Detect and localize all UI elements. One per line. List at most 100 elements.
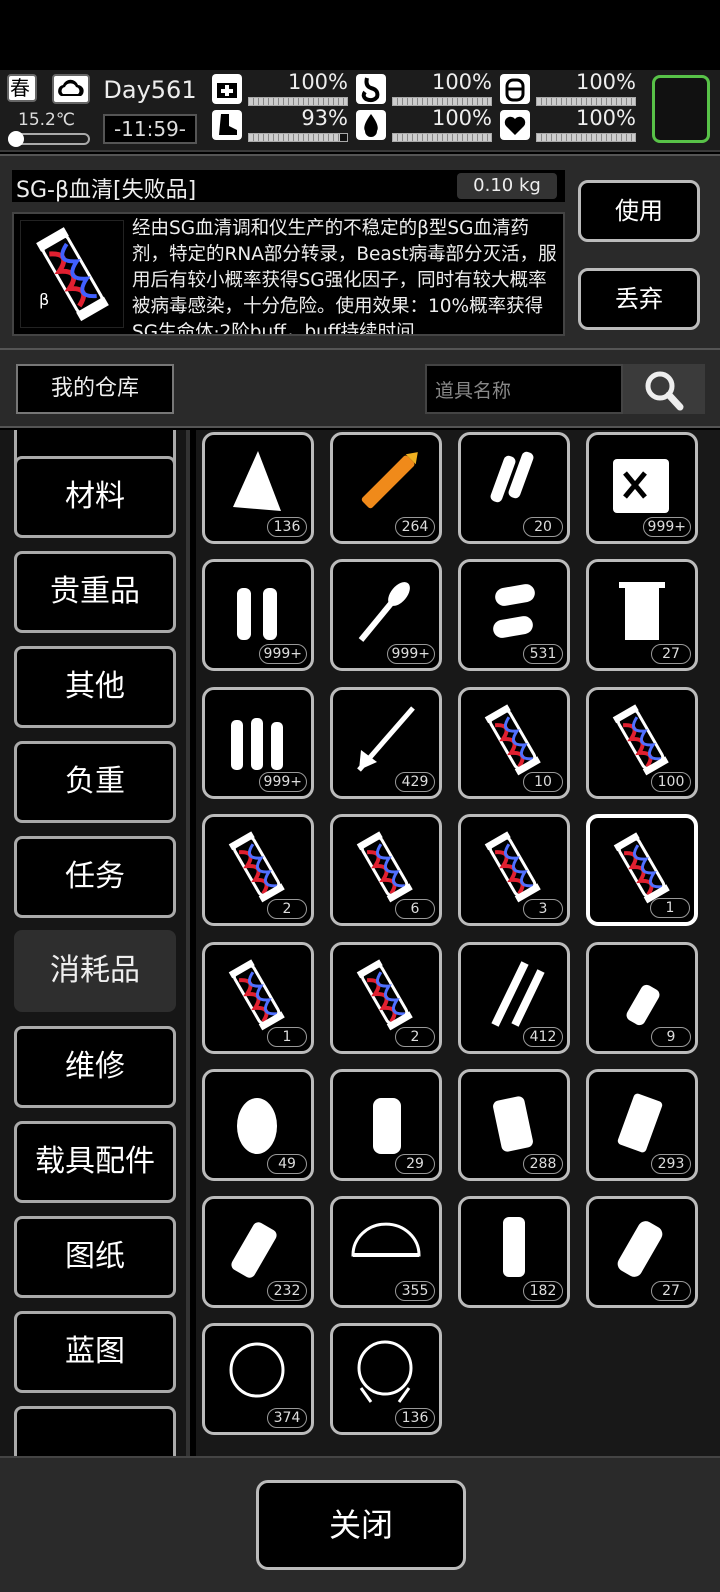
item-count-badge: 999+: [258, 644, 307, 664]
inventory-slot[interactable]: 355: [330, 1196, 442, 1308]
inventory-slot[interactable]: 293: [586, 1069, 698, 1181]
item-name-bar: SG-β血清[失败品] 0.10 kg: [12, 170, 565, 203]
inventory-slot[interactable]: 27: [586, 1196, 698, 1308]
inventory-slot[interactable]: 1: [586, 814, 698, 926]
sidebar-item[interactable]: 图纸: [14, 1216, 176, 1298]
sidebar-item[interactable]: 任务: [14, 836, 176, 918]
item-description-box[interactable]: β 经由SG血清调和仪生产的不稳定的β型SG血清药剂，特定的RNA部分转录，Be…: [12, 212, 565, 336]
health-value: 100%: [287, 70, 348, 94]
heart-icon: [500, 110, 530, 140]
inventory-slot[interactable]: 136: [330, 1323, 442, 1435]
cloud-icon: [52, 74, 90, 104]
inventory-slot[interactable]: 1: [202, 942, 314, 1054]
inventory-slot[interactable]: 182: [458, 1196, 570, 1308]
inventory-slot[interactable]: 100: [586, 687, 698, 799]
inventory-slot[interactable]: 531: [458, 559, 570, 671]
serum-beta-failed-icon: β: [20, 220, 124, 328]
item-count-badge: 49: [267, 1154, 307, 1174]
inventory-slot[interactable]: 2: [202, 814, 314, 926]
inventory-slot[interactable]: 29: [330, 1069, 442, 1181]
discard-button[interactable]: 丢弃: [578, 268, 700, 330]
stamina-value: 93%: [301, 106, 348, 130]
inventory-slot[interactable]: 136: [202, 432, 314, 544]
inventory-slot[interactable]: 3: [458, 814, 570, 926]
item-count-badge: 182: [523, 1281, 563, 1301]
item-count-badge: 264: [395, 517, 435, 537]
item-count-badge: 288: [523, 1154, 563, 1174]
item-count-badge: 293: [651, 1154, 691, 1174]
health-stat: 100%: [212, 70, 348, 106]
sidebar-item[interactable]: 维修: [14, 1026, 176, 1108]
season-badge: 春: [7, 74, 37, 102]
inventory-slot[interactable]: 999+: [330, 559, 442, 671]
inventory-slot[interactable]: 27: [586, 559, 698, 671]
sidebar-item[interactable]: [14, 1406, 176, 1456]
item-count-badge: 999+: [258, 772, 307, 792]
item-count-badge: 999+: [386, 644, 435, 664]
clock-readout: -11:59-: [103, 114, 197, 144]
item-count-badge: 3: [523, 899, 563, 919]
item-count-badge: 355: [395, 1281, 435, 1301]
inventory-slot[interactable]: 374: [202, 1323, 314, 1435]
inventory-slot[interactable]: 999+: [202, 687, 314, 799]
inventory-slot[interactable]: 264: [330, 432, 442, 544]
stamina-stat: 93%: [212, 106, 348, 142]
sidebar-item[interactable]: 贵重品: [14, 551, 176, 633]
item-count-badge: 100: [651, 772, 691, 792]
item-count-badge: 27: [651, 644, 691, 664]
hunger-stat: 100%: [356, 70, 492, 106]
inventory-slot[interactable]: 20: [458, 432, 570, 544]
temperature-readout: 15.2℃: [18, 110, 75, 130]
water-value: 100%: [431, 106, 492, 130]
svg-text:β: β: [39, 290, 49, 309]
inventory-slot[interactable]: 288: [458, 1069, 570, 1181]
inventory-slot[interactable]: 6: [330, 814, 442, 926]
sidebar-item[interactable]: 载具配件: [14, 1121, 176, 1203]
inventory-slot[interactable]: 232: [202, 1196, 314, 1308]
item-count-badge: 531: [523, 644, 563, 664]
inventory-slot[interactable]: 9: [586, 942, 698, 1054]
search-button[interactable]: [623, 364, 705, 414]
inventory-slot[interactable]: 49: [202, 1069, 314, 1181]
water-stat: 100%: [356, 106, 492, 142]
close-button[interactable]: 关闭: [256, 1480, 466, 1570]
footer-bar: 关闭: [0, 1456, 720, 1592]
sidebar-item[interactable]: 蓝图: [14, 1311, 176, 1393]
status-bar-area: [0, 0, 720, 70]
inventory-slot[interactable]: 412: [458, 942, 570, 1054]
item-count-badge: 9: [651, 1027, 691, 1047]
inventory-grid[interactable]: 136 264 20 999+ 999+ 999+ 531 27 999+ 429 10 100 2 6 3…: [196, 430, 720, 1456]
item-count-badge: 136: [267, 517, 307, 537]
item-count-badge: 136: [395, 1408, 435, 1428]
warehouse-title: 我的仓库: [16, 364, 174, 414]
medkit-icon: [212, 74, 242, 104]
sidebar-item[interactable]: 负重: [14, 741, 176, 823]
sidebar-item[interactable]: 材料: [14, 456, 176, 538]
inventory-slot[interactable]: 429: [330, 687, 442, 799]
item-count-badge: 232: [267, 1281, 307, 1301]
inventory-slot[interactable]: 2: [330, 942, 442, 1054]
inventory-slot[interactable]: 999+: [586, 432, 698, 544]
item-count-badge: 10: [523, 772, 563, 792]
item-count-badge: 27: [651, 1281, 691, 1301]
sidebar-item[interactable]: 其他: [14, 646, 176, 728]
item-search-input[interactable]: 道具名称: [425, 364, 623, 414]
inventory-slot[interactable]: 10: [458, 687, 570, 799]
boot-icon: [212, 110, 242, 140]
item-count-badge: 2: [395, 1027, 435, 1047]
category-sidebar[interactable]: 材料贵重品其他负重任务消耗品维修载具配件图纸蓝图: [0, 430, 190, 1456]
inventory-slot[interactable]: 999+: [202, 559, 314, 671]
equipped-slot[interactable]: [652, 75, 710, 143]
item-count-badge: 29: [395, 1154, 435, 1174]
thirst-stat: 100%: [500, 70, 636, 106]
sidebar-item[interactable]: 消耗品: [14, 930, 176, 1012]
item-description: 经由SG血清调和仪生产的不稳定的β型SG血清药剂，特定的RNA部分转录，Beas…: [132, 218, 557, 336]
season-label: 春: [10, 76, 30, 100]
thermometer-icon: [8, 131, 90, 147]
item-count-badge: 429: [395, 772, 435, 792]
item-count-badge: 1: [650, 898, 690, 918]
day-counter: Day561: [103, 76, 197, 104]
mood-stat: 100%: [500, 106, 636, 142]
warehouse-header: 我的仓库 道具名称: [0, 350, 720, 428]
use-button[interactable]: 使用: [578, 180, 700, 242]
